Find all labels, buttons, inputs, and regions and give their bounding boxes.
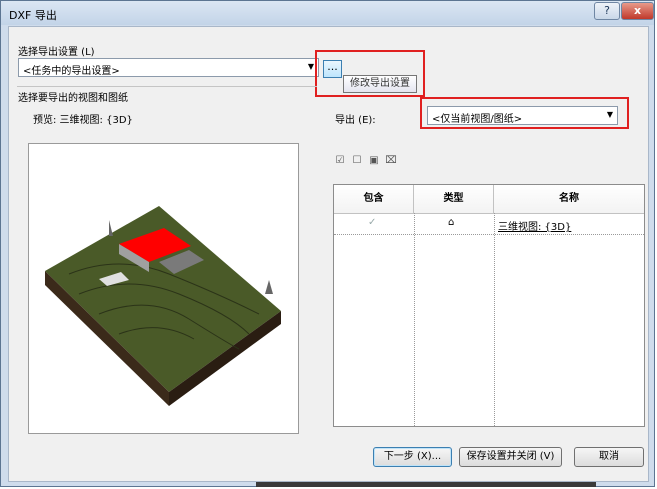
export-label: 导出 (E): — [335, 115, 376, 126]
table-row[interactable]: ✓ ⌂ 三维视图: {3D} — [334, 214, 644, 235]
dialog-body: 选择导出设置 (L) <任务中的导出设置> ▼ ... 修改导出设置 选择要导出… — [8, 26, 649, 482]
divider — [17, 86, 317, 87]
dxf-export-dialog: DXF 导出 ? x 选择导出设置 (L) <任务中的导出设置> ▼ ... 修… — [0, 0, 655, 487]
highlight-box-export — [420, 97, 629, 129]
views-section-label: 选择要导出的视图和图纸 — [18, 93, 128, 104]
3d-model-preview — [45, 206, 281, 406]
uncheck-icon[interactable]: ☐ — [350, 154, 364, 168]
select-icon[interactable]: ▣ — [367, 154, 381, 168]
column-header-name[interactable]: 名称 — [494, 185, 644, 213]
chevron-down-icon: ▼ — [307, 62, 314, 71]
column-divider — [494, 213, 495, 426]
taskbar-strip — [256, 482, 596, 487]
close-button[interactable]: x — [621, 2, 654, 20]
clear-icon[interactable]: ⌧ — [384, 154, 398, 168]
view-name[interactable]: 三维视图: {3D} — [498, 218, 571, 233]
highlight-box-settings — [315, 50, 425, 97]
column-header-include[interactable]: 包含 — [334, 185, 414, 213]
help-button[interactable]: ? — [594, 2, 620, 20]
column-header-type[interactable]: 类型 — [414, 185, 494, 213]
title-bar[interactable]: DXF 导出 ? x — [1, 1, 654, 25]
export-settings-dropdown[interactable]: <任务中的导出设置> ▼ — [18, 58, 319, 77]
next-button[interactable]: 下一步 (X)... — [373, 447, 452, 467]
table-header: 包含 类型 名称 — [334, 185, 644, 214]
preview-label: 预览: 三维视图: {3D} — [33, 115, 133, 126]
views-table: 包含 类型 名称 ✓ ⌂ 三维视图: {3D} — [333, 184, 645, 427]
export-settings-value: <任务中的导出设置> — [23, 66, 120, 77]
column-divider — [414, 213, 415, 426]
cancel-button[interactable]: 取消 — [574, 447, 644, 467]
save-close-button[interactable]: 保存设置并关闭 (V) — [459, 447, 562, 467]
window-title: DXF 导出 — [9, 9, 57, 22]
preview-pane — [28, 143, 299, 434]
3d-view-icon: ⌂ — [448, 217, 455, 228]
export-settings-label: 选择导出设置 (L) — [18, 47, 95, 58]
include-checkbox[interactable]: ✓ — [368, 217, 376, 228]
check-all-icon[interactable]: ☑ — [333, 154, 347, 168]
